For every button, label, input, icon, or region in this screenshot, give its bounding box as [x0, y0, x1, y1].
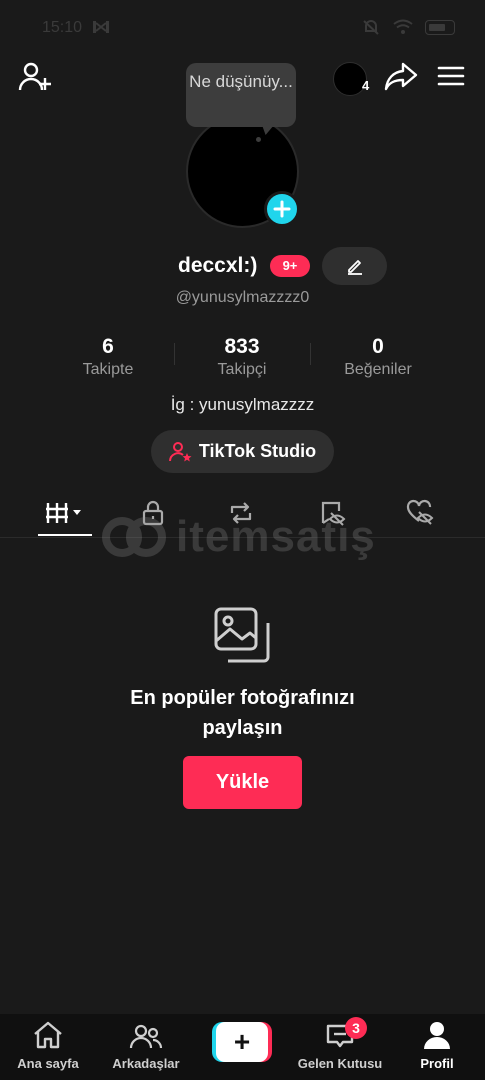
friends-icon	[129, 1024, 163, 1049]
home-icon	[34, 1021, 62, 1049]
empty-state-title-line2: paylaşın	[202, 717, 283, 739]
empty-state-title: En popüler fotoğrafınızı paylaşın	[0, 683, 485, 743]
stat-divider	[310, 343, 311, 365]
name-row: deccxl:) 9+	[0, 247, 485, 287]
stat-value: 0	[372, 335, 384, 358]
bottom-nav: Ana sayfa Arkadaşlar + Gelen Kutusu 3 Pr…	[0, 1014, 485, 1080]
nav-home-label: Ana sayfa	[17, 1056, 79, 1071]
nav-profile-label: Profil	[420, 1056, 454, 1071]
note-bubble-dot	[256, 137, 261, 142]
wifi-icon	[393, 19, 413, 34]
stat-value: 6	[102, 335, 114, 358]
share-profile-button[interactable]	[383, 58, 419, 94]
stat-label: Takipçi	[217, 361, 267, 378]
notification-badge[interactable]: 9+	[270, 255, 310, 277]
photos-icon	[214, 607, 270, 663]
active-tab-indicator	[38, 534, 92, 536]
status-time: 15:10	[42, 19, 83, 36]
status-bar: 15:10	[0, 0, 485, 52]
add-photo-button[interactable]	[264, 191, 300, 227]
stat-value: 833	[224, 335, 260, 358]
studio-user-star-icon	[168, 441, 192, 461]
battery-level	[429, 23, 446, 31]
nav-inbox-label: Gelen Kutusu	[297, 1056, 383, 1071]
liked-heart-eye-off-icon	[406, 499, 434, 525]
tab-liked[interactable]	[390, 490, 450, 536]
watermark: itemsatış	[100, 512, 376, 562]
nav-inbox[interactable]: Gelen Kutusu 3	[290, 1014, 390, 1080]
inbox-badge: 3	[345, 1017, 367, 1039]
watermark-logo-icon	[102, 517, 166, 557]
stat-label: Beğeniler	[344, 361, 412, 378]
studio-button-label: TikTok Studio	[198, 441, 317, 461]
nav-friends[interactable]: Arkadaşlar	[104, 1014, 188, 1080]
mute-bell-icon	[363, 20, 379, 35]
nav-friends-label: Arkadaşlar	[112, 1056, 180, 1071]
upload-button[interactable]: Yükle	[183, 756, 302, 809]
nav-home[interactable]: Ana sayfa	[10, 1014, 86, 1080]
stat-divider	[174, 343, 175, 365]
stat-followers[interactable]: 833 Takipçi	[196, 335, 288, 379]
note-bubble-text: Ne düşünüy...	[189, 72, 293, 91]
profile-bio: İg : yunusylmazzzz	[170, 395, 315, 414]
username: @yunusylmazzzz0	[175, 289, 310, 306]
edit-profile-button[interactable]	[322, 247, 387, 285]
stat-likes[interactable]: 0 Beğeniler	[327, 335, 429, 379]
tab-posts[interactable]	[36, 490, 96, 536]
add-friend-button[interactable]	[17, 60, 53, 96]
plus-icon: +	[216, 1022, 268, 1062]
profile-stats: 6 Takipte 833 Takipçi 0 Beğeniler	[0, 335, 485, 385]
empty-state-title-line1: En popüler fotoğrafınızı	[130, 687, 355, 709]
tiktok-studio-button[interactable]: TikTok Studio	[151, 430, 334, 473]
create-button[interactable]: +	[212, 1022, 272, 1062]
menu-button[interactable]	[435, 60, 467, 92]
plus-icon	[273, 200, 291, 218]
profile-person-icon	[424, 1022, 450, 1049]
pencil-icon	[347, 260, 362, 275]
stat-label: Takipte	[82, 361, 134, 378]
grid-icon	[46, 503, 81, 523]
account-count-badge: 4	[362, 78, 370, 93]
sim-icon	[93, 21, 109, 33]
battery-icon	[425, 19, 455, 35]
display-name: deccxl:)	[178, 254, 258, 277]
note-bubble[interactable]: Ne düşünüy...	[186, 63, 296, 127]
watermark-text: itemsatış	[176, 512, 376, 561]
stat-following[interactable]: 6 Takipte	[62, 335, 154, 379]
nav-profile[interactable]: Profil	[410, 1014, 464, 1080]
